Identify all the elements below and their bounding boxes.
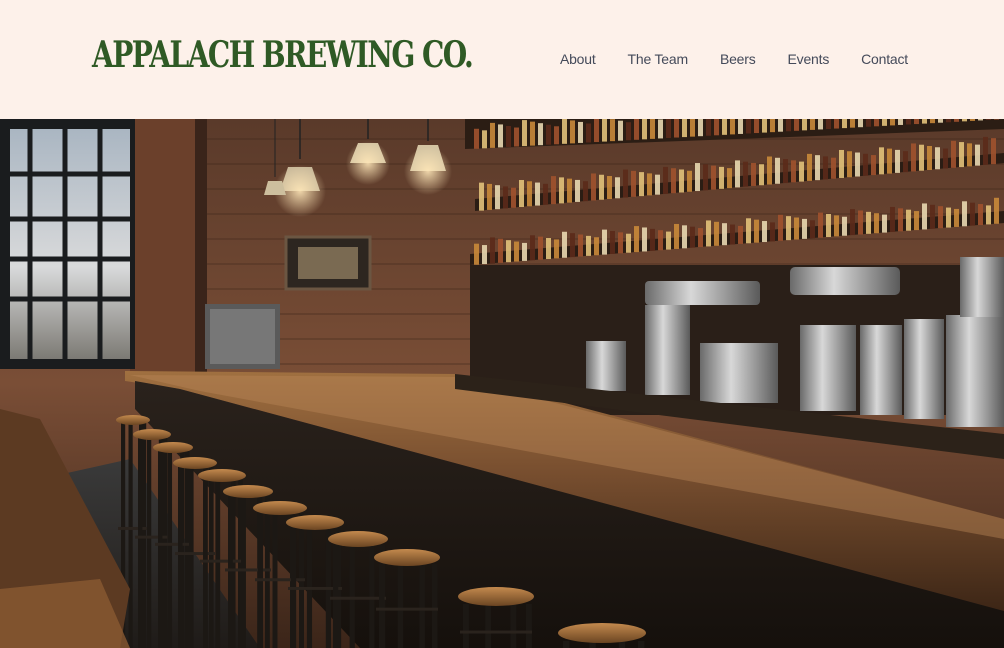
hero-image-brewery-bar	[0, 119, 1004, 648]
hero-illustration	[0, 119, 1004, 648]
nav-events-link[interactable]: Events	[788, 50, 830, 68]
main-nav: About The Team Beers Events Contact	[560, 50, 908, 68]
nav-contact-link[interactable]: Contact	[861, 50, 908, 68]
site-logo[interactable]: APPALACH BREWING CO.	[92, 33, 474, 77]
nav-team-link[interactable]: The Team	[628, 50, 689, 68]
site-header: APPALACH BREWING CO. About The Team Beer…	[0, 0, 1004, 119]
nav-beers-link[interactable]: Beers	[720, 50, 756, 68]
nav-about-link[interactable]: About	[560, 50, 596, 68]
